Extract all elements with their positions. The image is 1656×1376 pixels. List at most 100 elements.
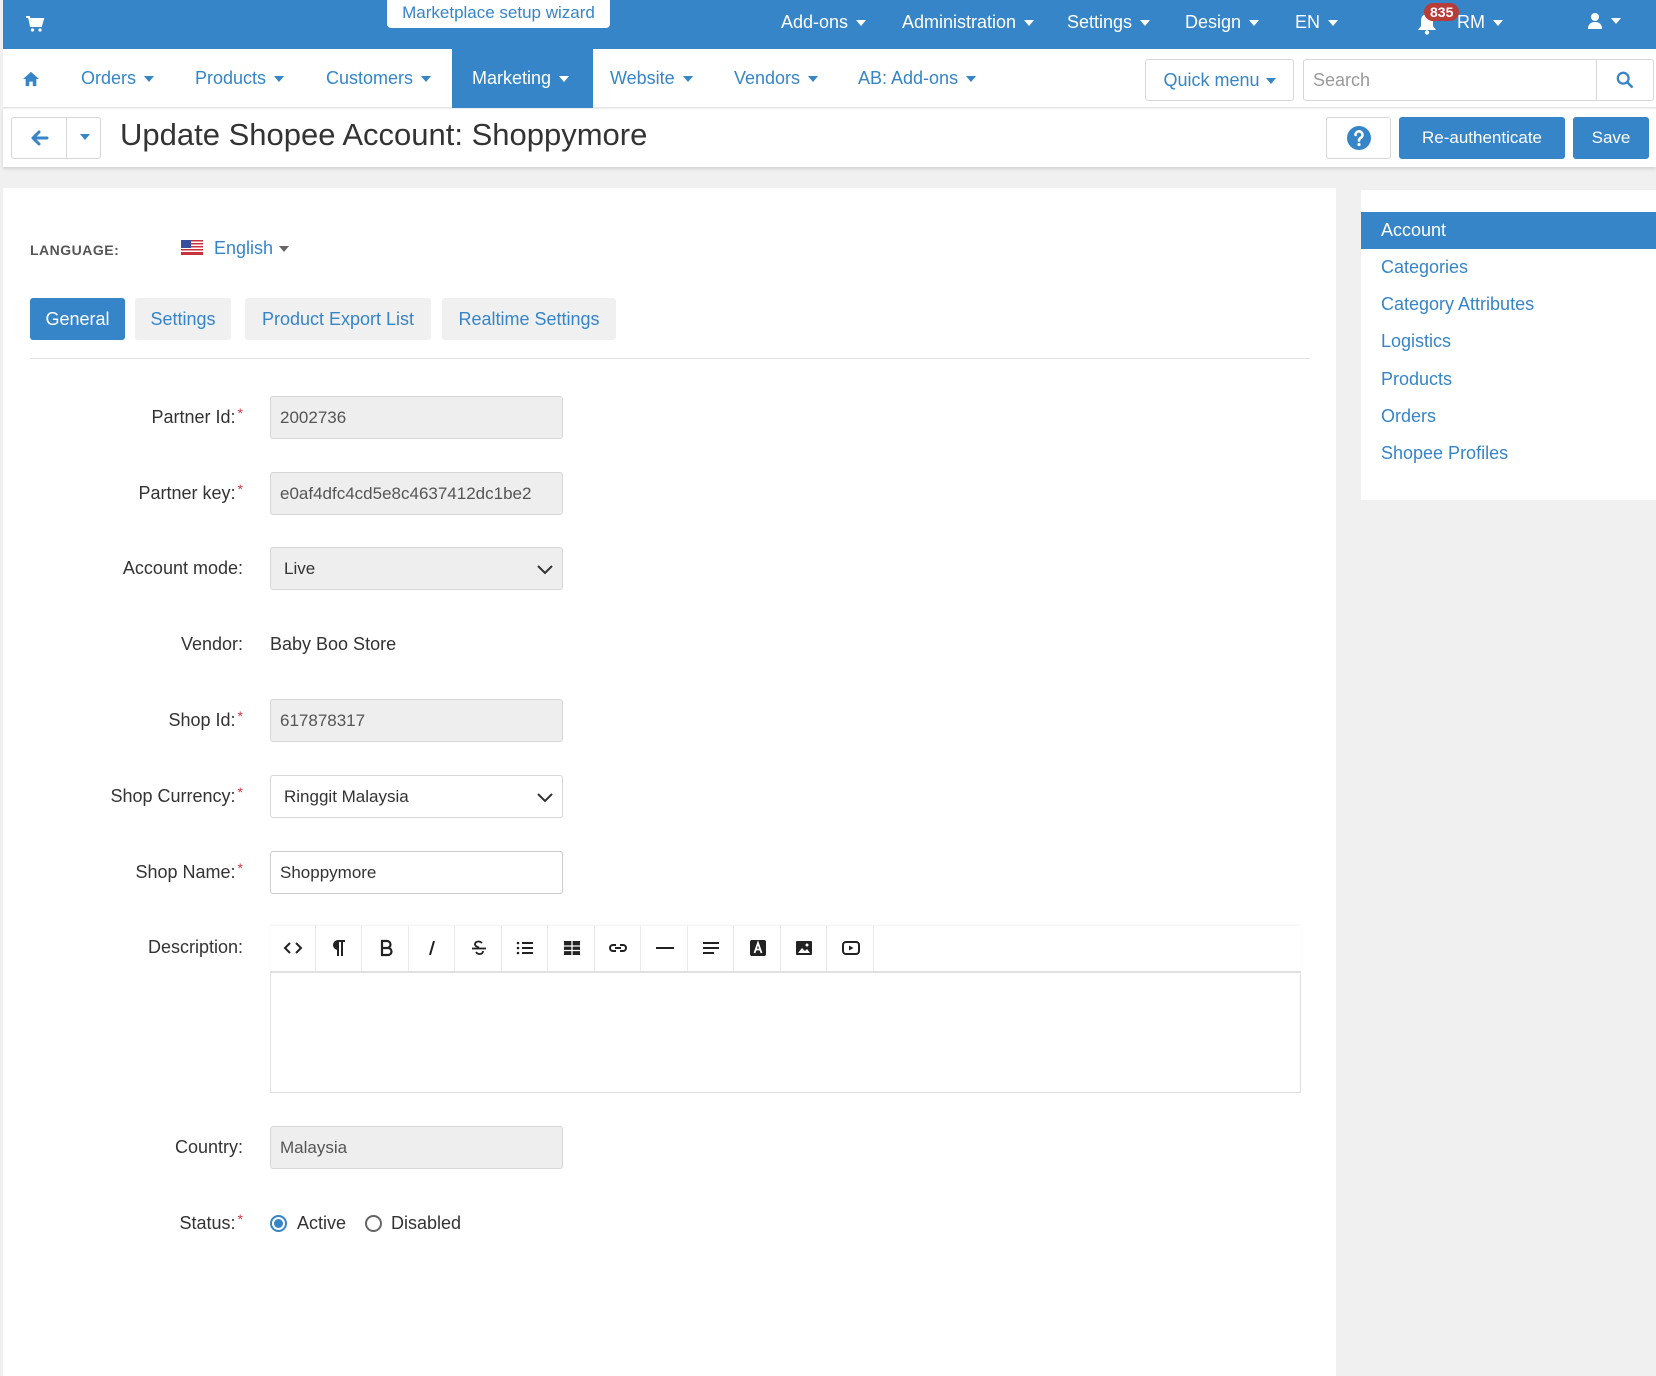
chevron-down-icon — [274, 76, 285, 83]
topbar-administration-label: Administration — [902, 12, 1017, 32]
tab-realtime-settings[interactable]: Realtime Settings — [442, 298, 616, 340]
shop-id-label-text: Shop Id: — [168, 710, 236, 730]
language-selector[interactable]: English — [214, 238, 290, 259]
status-active-radio[interactable] — [270, 1215, 287, 1232]
sidebar-item-logistics[interactable]: Logistics — [1361, 323, 1656, 360]
account-mode-select[interactable]: Live — [270, 547, 563, 590]
align-left-icon — [703, 942, 719, 954]
align-button[interactable] — [688, 926, 734, 971]
shop-name-input[interactable]: Shoppymore — [270, 851, 563, 894]
us-flag-icon — [181, 240, 203, 255]
topbar-settings-menu[interactable]: Settings — [1067, 12, 1151, 33]
partner-id-field[interactable]: 2002736 — [270, 396, 563, 439]
bullet-list-button[interactable] — [502, 926, 548, 971]
history-dropdown-button[interactable] — [68, 118, 101, 158]
status-disabled-radio[interactable] — [365, 1215, 382, 1232]
partner-key-field[interactable]: e0af4dfc4cd5e8c4637412dc1be2 — [270, 472, 563, 515]
help-button[interactable] — [1326, 117, 1391, 159]
nav-vendors[interactable]: Vendors — [734, 49, 819, 108]
shop-currency-select[interactable]: Ringgit Malaysia — [270, 775, 563, 818]
user-menu[interactable] — [1587, 12, 1621, 35]
search-input[interactable] — [1304, 60, 1596, 100]
chevron-down-icon — [856, 20, 867, 27]
nav-orders[interactable]: Orders — [81, 49, 155, 108]
top-bar: Marketplace setup wizard Add-ons Adminis… — [3, 0, 1656, 49]
sidebar-item-category-attributes[interactable]: Category Attributes — [1361, 286, 1656, 323]
account-mode-value: Live — [284, 559, 316, 578]
search-icon — [1616, 71, 1634, 89]
search-button[interactable] — [1596, 60, 1653, 100]
nav-customers[interactable]: Customers — [326, 49, 432, 108]
bold-icon — [380, 939, 393, 957]
nav-products-label: Products — [195, 68, 267, 88]
tab-general[interactable]: General — [30, 298, 125, 340]
main-panel: LANGUAGE: English General Settings Produ… — [3, 188, 1336, 1376]
nav-vendors-label: Vendors — [734, 68, 801, 88]
horizontal-rule-button[interactable] — [642, 926, 688, 971]
nav-ab-addons[interactable]: AB: Add-ons — [858, 49, 977, 108]
cart-icon[interactable] — [25, 14, 45, 34]
chevron-down-icon — [808, 76, 819, 83]
strikethrough-icon — [472, 940, 486, 955]
tab-settings[interactable]: Settings — [135, 298, 231, 340]
topbar-currency-menu[interactable]: RM — [1457, 12, 1503, 33]
re-authenticate-button[interactable]: Re-authenticate — [1399, 117, 1565, 159]
marketplace-setup-wizard-button[interactable]: Marketplace setup wizard — [387, 0, 610, 28]
shop-currency-label-text: Shop Currency: — [110, 786, 236, 806]
italic-button[interactable] — [409, 926, 455, 971]
sidebar-item-account[interactable]: Account — [1361, 212, 1656, 249]
quick-menu-button[interactable]: Quick menu — [1145, 59, 1294, 101]
chevron-down-icon — [79, 133, 90, 140]
sidebar-item-shopee-profiles[interactable]: Shopee Profiles — [1361, 435, 1656, 472]
font-color-button[interactable] — [735, 926, 781, 971]
bullet-list-icon — [516, 941, 533, 955]
shop-id-field[interactable]: 617878317 — [270, 699, 563, 742]
shop-name-label-text: Shop Name: — [135, 862, 236, 882]
nav-marketing[interactable]: Marketing — [452, 49, 593, 108]
topbar-language-menu[interactable]: EN — [1295, 12, 1339, 33]
sidebar-item-orders[interactable]: Orders — [1361, 398, 1656, 435]
bold-button[interactable] — [363, 926, 409, 971]
description-editor[interactable] — [270, 974, 1301, 1093]
save-button[interactable]: Save — [1573, 117, 1649, 159]
partner-key-label: Partner key: * — [139, 481, 244, 504]
table-icon — [564, 941, 580, 955]
required-mark: * — [237, 405, 243, 421]
nav-ab-addons-label: AB: Add-ons — [858, 68, 959, 88]
search-box — [1303, 59, 1654, 101]
status-disabled-label[interactable]: Disabled — [391, 1213, 461, 1234]
back-button[interactable] — [12, 118, 67, 158]
status-label: Status: * — [180, 1211, 243, 1234]
topbar-addons-menu[interactable]: Add-ons — [781, 12, 867, 33]
tab-product-export-list[interactable]: Product Export List — [245, 298, 431, 340]
nav-products[interactable]: Products — [195, 49, 285, 108]
nav-customers-label: Customers — [326, 68, 414, 88]
page-title: Update Shopee Account: Shoppymore — [120, 117, 648, 152]
language-label: LANGUAGE: — [30, 242, 120, 258]
status-active-label[interactable]: Active — [297, 1213, 346, 1234]
chevron-down-icon — [682, 76, 693, 83]
chevron-down-icon — [1249, 20, 1260, 27]
topbar-design-menu[interactable]: Design — [1185, 12, 1260, 33]
country-field[interactable]: Malaysia — [270, 1126, 563, 1169]
paragraph-icon — [333, 940, 345, 956]
language-value: English — [214, 238, 274, 258]
video-button[interactable] — [828, 926, 874, 971]
required-mark: * — [237, 708, 243, 724]
strikethrough-button[interactable] — [456, 926, 502, 971]
description-label: Description: — [147, 937, 243, 957]
paragraph-button[interactable] — [316, 926, 362, 971]
table-button[interactable] — [549, 926, 595, 971]
topbar-administration-menu[interactable]: Administration — [902, 12, 1035, 33]
sidebar-item-categories[interactable]: Categories — [1361, 249, 1656, 286]
sidebar-item-products[interactable]: Products — [1361, 361, 1656, 398]
arrow-left-icon — [31, 130, 49, 146]
nav-website[interactable]: Website — [610, 49, 693, 108]
image-button[interactable] — [781, 926, 827, 971]
shop-name-label: Shop Name: * — [135, 860, 243, 883]
italic-icon — [429, 940, 435, 956]
code-view-button[interactable] — [270, 926, 316, 971]
link-button[interactable] — [595, 926, 641, 971]
vendor-label: Vendor: — [180, 634, 243, 654]
home-icon[interactable] — [22, 49, 40, 108]
